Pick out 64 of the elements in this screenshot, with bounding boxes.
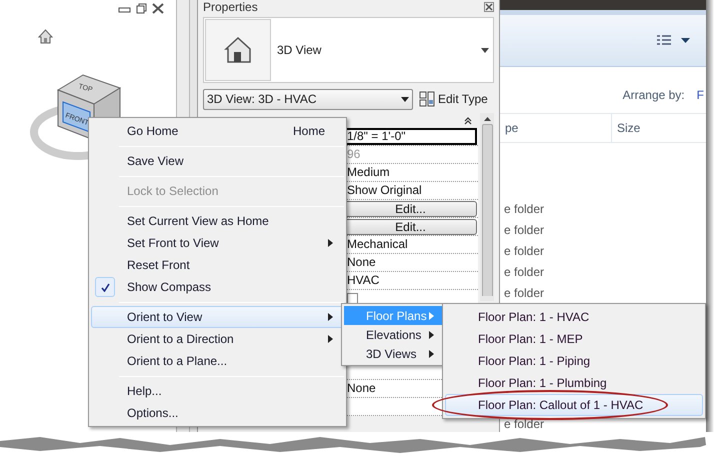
menu-item[interactable]: Floor Plan: 1 - Piping — [445, 350, 703, 372]
arrange-by-dropdown[interactable]: F — [696, 86, 704, 104]
view-dropdown[interactable]: 3D View: 3D - HVAC — [203, 88, 413, 110]
menu-item[interactable]: Go Home Home — [91, 120, 344, 142]
close-icon[interactable] — [152, 3, 164, 14]
file-type-cell-text: e folder — [503, 243, 546, 260]
edit-button[interactable]: Edit... — [344, 200, 477, 216]
column-header[interactable]: pe — [500, 114, 612, 142]
caret-icon[interactable] — [681, 38, 690, 43]
edit-type-icon — [419, 91, 435, 107]
type-name: 3D View — [277, 42, 322, 59]
submenu-arrow-icon — [328, 239, 333, 247]
property-value: Medium — [346, 164, 391, 181]
column-header[interactable]: Size — [612, 114, 706, 142]
type-selector[interactable]: 3D View — [203, 17, 494, 83]
menu-item[interactable]: Save View — [91, 150, 344, 172]
property-value: Mechanical — [346, 236, 409, 253]
file-type-cell-text: e folder — [503, 222, 546, 239]
list-view-icon[interactable] — [657, 35, 671, 46]
home-icon[interactable] — [38, 29, 53, 44]
file-type-cell-text: e folder — [503, 264, 546, 281]
close-icon[interactable] — [484, 2, 494, 12]
caret-icon — [401, 96, 409, 102]
house-icon — [223, 35, 253, 65]
menu-item[interactable]: 3D Views — [344, 344, 442, 363]
value-field[interactable]: 1/8" = 1'-0" — [344, 128, 477, 145]
menu-item[interactable]: Orient to a Plane... — [91, 350, 344, 372]
file-type-cell-text: e folder — [503, 201, 546, 218]
edit-button[interactable]: Edit... — [344, 218, 477, 234]
menu-item[interactable]: Floor Plan: Callout of 1 - HVAC — [445, 394, 703, 416]
check-icon — [95, 277, 115, 297]
panel-title: Properties — [203, 0, 258, 12]
menu-item[interactable]: Show Compass — [91, 276, 344, 298]
menu-item[interactable]: Options... — [91, 402, 344, 424]
submenu-arrow-icon — [429, 350, 434, 358]
submenu-arrow-icon — [328, 313, 333, 321]
property-value: None — [346, 380, 377, 397]
menu-item[interactable]: Orient to a Direction — [91, 328, 344, 350]
property-value: None — [346, 254, 377, 271]
menu-item[interactable]: Elevations — [344, 325, 442, 344]
menu-item[interactable]: Orient to View — [91, 306, 344, 328]
file-type-cell-text: e folder — [503, 285, 546, 302]
menu-item[interactable]: Help... — [91, 380, 344, 402]
scroll-up-icon[interactable] — [484, 117, 490, 121]
submenu-arrow-icon — [429, 312, 434, 320]
scrollbar[interactable] — [480, 113, 494, 301]
menu-item[interactable]: Reset Front — [91, 254, 344, 276]
scroll-thumb[interactable] — [482, 124, 492, 296]
property-value: Show Original — [346, 182, 423, 199]
arrange-by-label: Arrange by: — [622, 87, 685, 104]
caret-icon — [481, 48, 489, 52]
menu-item[interactable]: Set Current View as Home — [91, 210, 344, 232]
restore-icon[interactable] — [136, 3, 147, 14]
collapse-icon[interactable] — [464, 116, 472, 124]
menu-item[interactable]: Floor Plan: 1 - MEP — [445, 328, 703, 350]
menu-item[interactable]: Set Front to View — [91, 232, 344, 254]
checkbox[interactable] — [347, 293, 358, 304]
edit-type-button[interactable]: Edit Type — [419, 89, 488, 109]
property-value: HVAC — [346, 272, 380, 289]
submenu-arrow-icon — [328, 335, 333, 343]
menu-item[interactable]: Floor Plan: 1 - Plumbing — [445, 372, 703, 394]
submenu-arrow-icon — [429, 330, 434, 338]
file-type-cell-text: e folder — [503, 418, 546, 430]
menu-item[interactable]: Floor Plan: 1 - HVAC — [445, 306, 703, 328]
